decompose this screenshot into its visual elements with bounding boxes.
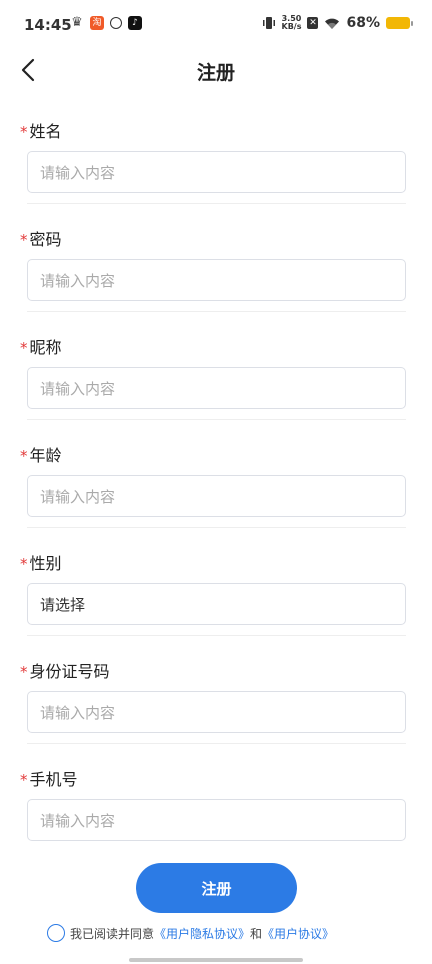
- agreement-row: 我已阅读并同意 《用户隐私协议》 和 《用户协议》: [47, 924, 334, 942]
- divider: [27, 311, 406, 312]
- field-name: * 姓名 请输入内容: [0, 108, 432, 216]
- link-icon: [110, 17, 122, 29]
- status-bar: 14:45 ♛ 淘 ♪ 3.50 KB/s ✕ 68%: [0, 0, 432, 50]
- field-label: * 年龄: [20, 442, 62, 466]
- required-mark: *: [20, 771, 28, 789]
- required-mark: *: [20, 447, 28, 465]
- gender-select[interactable]: 请选择: [27, 583, 406, 625]
- field-label: * 昵称: [20, 334, 62, 358]
- net-speed-unit: KB/s: [281, 22, 302, 31]
- status-notification-icons: ♛ 淘 ♪: [70, 16, 142, 30]
- field-nickname: * 昵称 请输入内容: [0, 324, 432, 432]
- crown-icon: ♛: [71, 15, 83, 30]
- field-label-text: 昵称: [29, 338, 62, 357]
- agreement-joiner: 和: [250, 926, 263, 941]
- home-indicator: [129, 958, 303, 962]
- agree-radio[interactable]: [47, 924, 65, 942]
- field-age: * 年龄 请输入内容: [0, 432, 432, 540]
- divider: [27, 743, 406, 744]
- field-label: * 密码: [20, 226, 62, 250]
- required-mark: *: [20, 231, 28, 249]
- age-input[interactable]: 请输入内容: [27, 475, 406, 517]
- required-mark: *: [20, 339, 28, 357]
- field-label: * 性别: [20, 550, 62, 574]
- field-label-text: 密码: [29, 230, 62, 249]
- battery-percent: 68%: [346, 15, 380, 31]
- required-mark: *: [20, 663, 28, 681]
- password-input[interactable]: 请输入内容: [27, 259, 406, 301]
- field-label: * 手机号: [20, 766, 78, 790]
- field-label: * 姓名: [20, 118, 62, 142]
- status-time: 14:45: [24, 16, 72, 34]
- vibrate-icon: [262, 17, 275, 29]
- divider: [27, 635, 406, 636]
- battery-icon: [386, 17, 413, 29]
- nickname-input[interactable]: 请输入内容: [27, 367, 406, 409]
- field-label-text: 性别: [29, 554, 62, 573]
- required-mark: *: [20, 555, 28, 573]
- agreement-prefix: 我已阅读并同意: [70, 926, 155, 941]
- field-label-text: 年龄: [29, 446, 62, 465]
- field-password: * 密码 请输入内容: [0, 216, 432, 324]
- no-sim-icon: ✕: [307, 17, 319, 29]
- privacy-policy-link[interactable]: 《用户隐私协议》: [154, 925, 250, 942]
- divider: [27, 203, 406, 204]
- name-input[interactable]: 请输入内容: [27, 151, 406, 193]
- nav-bar: 注册: [0, 50, 432, 90]
- field-gender: * 性别 请选择: [0, 540, 432, 648]
- required-mark: *: [20, 123, 28, 141]
- field-label-text: 身份证号码: [29, 662, 110, 681]
- register-button[interactable]: 注册: [136, 863, 297, 913]
- register-form: * 姓名 请输入内容 * 密码 请输入内容 * 昵称 请输入内容 * 年龄 请输入内容 …: [0, 108, 432, 864]
- field-label: * 身份证号码: [20, 658, 110, 682]
- user-agreement-link[interactable]: 《用户协议》: [262, 925, 334, 942]
- field-phone: * 手机号 请输入内容: [0, 756, 432, 864]
- tiktok-icon: ♪: [128, 16, 142, 30]
- app-icon: 淘: [90, 16, 104, 30]
- id-number-input[interactable]: 请输入内容: [27, 691, 406, 733]
- field-label-text: 姓名: [29, 122, 62, 141]
- net-speed: 3.50 KB/s: [282, 15, 302, 31]
- divider: [27, 527, 406, 528]
- divider: [27, 419, 406, 420]
- wifi-icon: [325, 18, 340, 29]
- page-title: 注册: [196, 62, 235, 84]
- status-system-icons: 3.50 KB/s ✕ 68%: [262, 15, 413, 31]
- field-id-number: * 身份证号码 请输入内容: [0, 648, 432, 756]
- field-label-text: 手机号: [29, 770, 78, 789]
- phone-input[interactable]: 请输入内容: [27, 799, 406, 841]
